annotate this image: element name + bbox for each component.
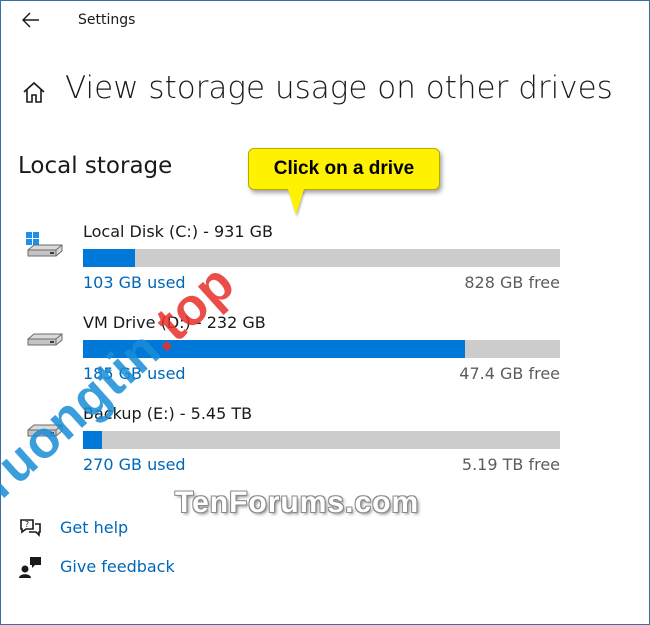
- give-feedback-link[interactable]: Give feedback: [18, 555, 218, 579]
- windows-system-drive-icon: [26, 232, 66, 262]
- get-help-link[interactable]: ? Get help: [18, 516, 218, 540]
- used-space-text: 185 GB used: [83, 364, 186, 383]
- free-space-text: 47.4 GB free: [459, 364, 560, 383]
- usage-bar-fill: [83, 340, 465, 358]
- back-button[interactable]: [20, 10, 42, 30]
- drive-item-c[interactable]: Local Disk (C:) - 931 GB 103 GB used 828…: [0, 222, 650, 302]
- back-arrow-icon: [22, 12, 39, 28]
- hard-drive-icon: [26, 419, 66, 449]
- callout-text: Click on a drive: [273, 158, 415, 179]
- usage-bar: [83, 340, 560, 358]
- section-title: Local storage: [18, 153, 173, 179]
- drive-name: VM Drive (D:) - 232 GB: [83, 313, 266, 332]
- usage-bar: [83, 249, 560, 267]
- home-icon[interactable]: [22, 80, 46, 104]
- drive-item-e[interactable]: Backup (E:) - 5.45 TB 270 GB used 5.19 T…: [0, 404, 650, 484]
- usage-bar-fill: [83, 249, 136, 267]
- callout-box: Click on a drive: [248, 148, 440, 190]
- used-space-text: 103 GB used: [83, 273, 186, 292]
- feedback-icon: [18, 555, 42, 579]
- get-help-label: Get help: [60, 518, 129, 537]
- help-chat-icon: ?: [18, 516, 42, 540]
- used-space-text: 270 GB used: [83, 455, 186, 474]
- app-title: Settings: [78, 12, 136, 28]
- free-space-text: 5.19 TB free: [461, 455, 560, 474]
- drive-name: Backup (E:) - 5.45 TB: [83, 404, 253, 423]
- free-space-text: 828 GB free: [464, 273, 560, 292]
- drive-name: Local Disk (C:) - 931 GB: [83, 222, 273, 241]
- page-title: View storage usage on other drives: [65, 70, 613, 106]
- callout-pointer: [288, 189, 304, 215]
- hard-drive-icon: [26, 328, 66, 358]
- usage-bar: [83, 431, 560, 449]
- usage-bar-fill: [83, 431, 103, 449]
- svg-text:?: ?: [25, 520, 29, 529]
- give-feedback-label: Give feedback: [60, 557, 175, 576]
- drive-item-d[interactable]: VM Drive (D:) - 232 GB 185 GB used 47.4 …: [0, 313, 650, 393]
